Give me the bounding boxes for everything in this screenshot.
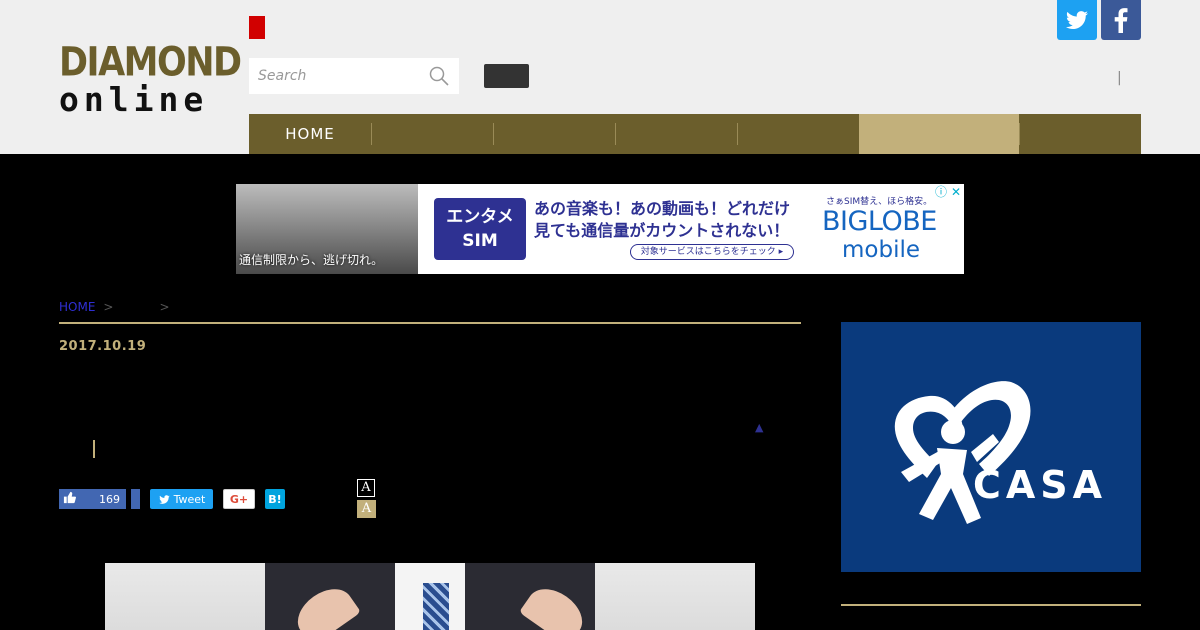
ad-badge: エンタメ SIM: [434, 198, 526, 260]
article-date: 2017.10.19: [59, 339, 147, 354]
author-divider: [93, 440, 95, 458]
hatena-bookmark-button[interactable]: B!: [265, 489, 285, 509]
nav-item-3[interactable]: [493, 114, 615, 154]
ad-photo: 通信制限から、逃げ切れ。: [236, 184, 418, 274]
article-hero-image: [105, 563, 755, 630]
nav-item-home[interactable]: HOME: [249, 114, 371, 154]
logo-line-1: DIAMOND: [59, 39, 242, 86]
top-ad-banner[interactable]: 通信制限から、逃げ切れ。 エンタメ SIM あの音楽も！あの動画も！どれだけ 見…: [236, 184, 964, 274]
ad-cta-button[interactable]: 対象サービスはこちらをチェック ▸: [630, 244, 794, 260]
ad-brand-logo: BIGLOBE: [822, 206, 937, 237]
twitter-icon: [158, 494, 170, 504]
nav-item-5[interactable]: [737, 114, 859, 154]
breadcrumb: HOME > >: [59, 300, 178, 314]
image-tie: [423, 583, 449, 630]
like-count: 169: [99, 492, 120, 506]
triangle-marker-icon: ▲: [755, 421, 764, 434]
registered-mark: ®: [949, 466, 959, 477]
ad-photo-caption: 通信制限から、逃げ切れ。: [239, 253, 384, 267]
casa-heart-logo-icon: ® CASA: [894, 381, 1107, 524]
sidebar-ad[interactable]: ® CASA: [841, 322, 1141, 572]
search-box: [249, 58, 459, 94]
nav-item-7[interactable]: [1019, 114, 1141, 154]
site-header: DIAMOND online | HOME: [0, 0, 1200, 154]
nav-item-6-active[interactable]: [859, 114, 1019, 154]
ad-copy-line-1: あの音楽も！あの動画も！どれだけ: [534, 199, 791, 218]
search-input[interactable]: [249, 58, 428, 94]
header-button[interactable]: [484, 64, 529, 88]
ad-badge-line-2: SIM: [462, 231, 498, 251]
facebook-share-button[interactable]: [131, 489, 140, 509]
font-size-large-button[interactable]: A: [357, 500, 376, 518]
google-plus-button[interactable]: G+: [223, 489, 255, 509]
site-logo[interactable]: DIAMOND online: [59, 39, 242, 119]
sidebar-ad-brand: CASA: [973, 463, 1107, 507]
article-top-rule: [59, 322, 801, 324]
ad-close-icon[interactable]: ✕: [949, 185, 963, 199]
nav-item-2[interactable]: [371, 114, 493, 154]
ad-brand-logo-sub: mobile: [842, 237, 921, 263]
logo-line-2: online: [59, 80, 209, 119]
ad-copy: あの音楽も！あの動画も！どれだけ 見ても通信量がカウントされない！: [534, 198, 804, 242]
main-nav: HOME: [249, 114, 1141, 154]
facebook-icon: [1114, 8, 1128, 33]
twitter-follow-button[interactable]: [1057, 0, 1097, 40]
facebook-like-button[interactable]: 169: [59, 489, 126, 509]
breadcrumb-separator: >: [159, 300, 170, 314]
ad-info-icon[interactable]: ⓘ: [934, 185, 948, 199]
tweet-label: Tweet: [173, 492, 206, 506]
nav-item-4[interactable]: [615, 114, 737, 154]
ad-badge-line-1: エンタメ: [446, 207, 514, 227]
facebook-follow-button[interactable]: [1101, 0, 1141, 40]
header-separator: |: [1117, 70, 1122, 86]
breadcrumb-separator: >: [103, 300, 114, 314]
red-marker: [249, 16, 265, 39]
breadcrumb-home[interactable]: HOME: [59, 300, 95, 314]
sidebar-rule: [841, 604, 1141, 606]
thumbs-up-icon: [59, 491, 79, 507]
ad-copy-line-2: 見ても通信量がカウントされない！: [534, 221, 790, 240]
tweet-button[interactable]: Tweet: [150, 489, 213, 509]
search-icon[interactable]: [429, 66, 449, 86]
twitter-icon: [1066, 11, 1088, 29]
font-size-small-button[interactable]: A: [357, 479, 375, 497]
